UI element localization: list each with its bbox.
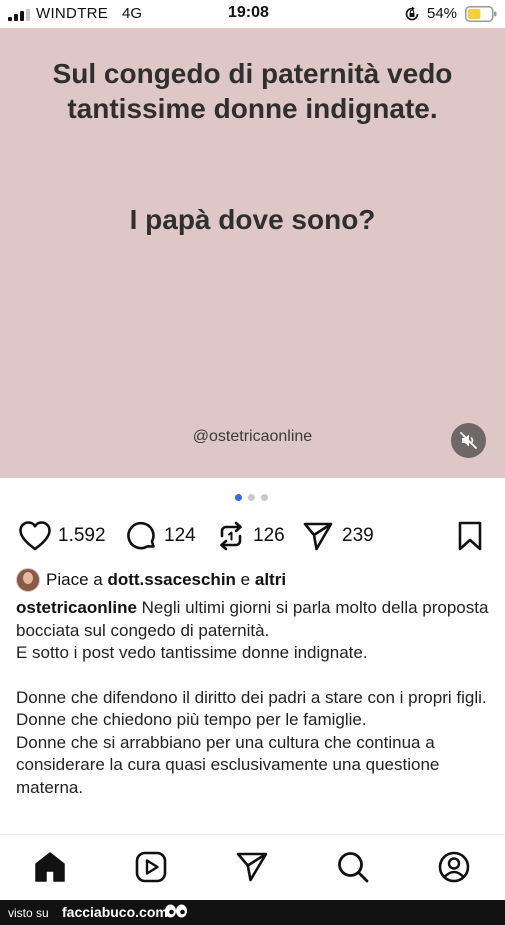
carousel-indicator xyxy=(233,494,273,502)
caption-paragraph: ostetricaonline Negli ultimi giorni si p… xyxy=(16,597,491,642)
speaker-muted-icon xyxy=(460,432,477,449)
reels-icon[interactable] xyxy=(134,850,168,884)
bookmark-icon[interactable] xyxy=(457,520,483,552)
post-image[interactable]: Sul congedo di paternità vedo tantissime… xyxy=(0,28,505,478)
share-count[interactable]: 239 xyxy=(342,525,374,547)
post-headline: Sul congedo di paternità vedo tantissime… xyxy=(52,58,453,124)
heart-icon[interactable] xyxy=(18,520,52,552)
like-count[interactable]: 1.592 xyxy=(58,525,106,547)
carousel-dot xyxy=(261,494,268,501)
status-bar: WINDTRE 4G 19:08 54% xyxy=(0,0,505,28)
bottom-tab-bar xyxy=(0,834,505,900)
direct-icon[interactable] xyxy=(235,850,269,884)
post-actions: 1.592 124 126 239 xyxy=(0,516,505,556)
carrier-name: WINDTRE xyxy=(36,5,109,22)
profile-icon[interactable] xyxy=(437,850,471,884)
caption-paragraph: Donne che si arrabbiano per una cultura … xyxy=(16,732,440,797)
post-handle: @ostetricaonline xyxy=(192,428,313,445)
share-icon[interactable] xyxy=(302,520,334,552)
network-type: 4G xyxy=(122,5,143,22)
post-question: I papà dove sono? xyxy=(129,204,376,235)
carousel-dot xyxy=(235,494,242,501)
liked-by-connector: e xyxy=(240,570,251,589)
watermark-site[interactable]: facciabuco.com xyxy=(62,904,168,920)
battery-level-fill xyxy=(468,9,481,19)
caption-username[interactable]: ostetricaonline xyxy=(16,598,137,617)
home-icon[interactable] xyxy=(33,850,67,884)
liker-username[interactable]: dott.ssaceschin xyxy=(107,570,236,589)
liked-by-text: Piace a dott.ssaceschin e altri xyxy=(46,570,286,590)
battery-percent: 54% xyxy=(427,5,458,22)
search-icon[interactable] xyxy=(336,850,370,884)
mute-button[interactable] xyxy=(451,423,486,458)
caption-paragraph: Donne che difendono il diritto dei padri… xyxy=(16,687,487,707)
liker-avatar[interactable] xyxy=(16,568,40,592)
orientation-lock-icon xyxy=(405,6,419,21)
repost-count[interactable]: 126 xyxy=(253,525,285,547)
liked-by-prefix: Piace a xyxy=(46,570,103,589)
battery-icon xyxy=(465,6,497,22)
repost-icon[interactable] xyxy=(216,520,246,552)
comment-icon[interactable] xyxy=(126,520,158,552)
eyes-logo-icon xyxy=(165,904,187,918)
post-caption: ostetricaonline Negli ultimi giorni si p… xyxy=(16,597,491,799)
carousel-dot xyxy=(248,494,255,501)
signal-bars-icon xyxy=(8,9,30,21)
caption-paragraph: E sotto i post vedo tantissime donne ind… xyxy=(16,643,368,662)
liked-by-others[interactable]: altri xyxy=(255,570,286,589)
watermark-prefix: visto su xyxy=(8,906,49,920)
clock: 19:08 xyxy=(228,4,269,21)
comment-count[interactable]: 124 xyxy=(164,525,196,547)
caption-paragraph: Donne che chiedono più tempo per le fami… xyxy=(16,710,367,729)
watermark-bar: visto su facciabuco.com xyxy=(0,900,505,925)
